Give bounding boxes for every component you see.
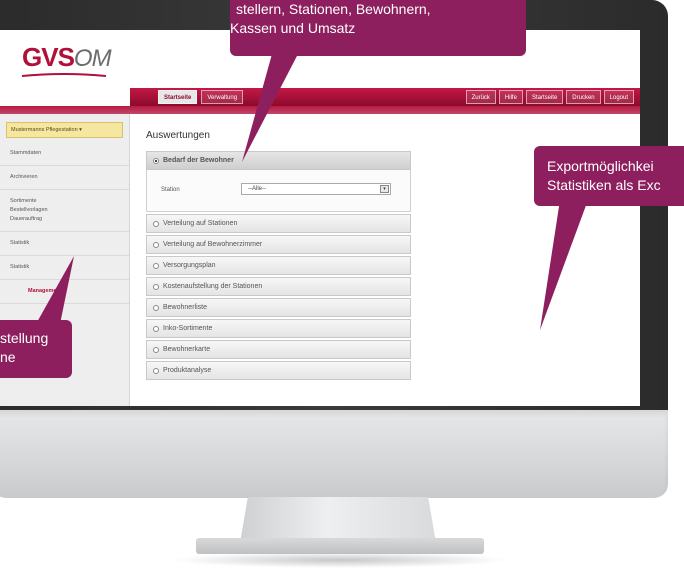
accordion-label: Bewohnerkarte [163, 346, 211, 353]
accordion-label: Verteilung auf Stationen [163, 220, 238, 227]
callout-left-line2: ne [0, 349, 16, 365]
callout-top-line2: Kassen und Umsatz [230, 20, 356, 36]
radio-icon[interactable] [153, 262, 159, 269]
accordion-item-versorgungsplan[interactable]: Versorgungsplan [146, 256, 411, 275]
accordion-label: Kostenaufstellung der Stationen [163, 283, 263, 290]
radio-icon[interactable] [153, 325, 159, 332]
report-accordion: Bedarf der Bewohner Station --Alle-- ▾ V… [146, 151, 411, 380]
radio-icon[interactable] [153, 283, 159, 290]
chevron-down-icon[interactable]: ▾ [380, 185, 389, 193]
menu-back-button[interactable]: Zurück [465, 90, 496, 104]
accordion-item-kostenaufstellung[interactable]: Kostenaufstellung der Stationen [146, 277, 411, 296]
accordion-item-bewohnerkarte[interactable]: Bewohnerkarte [146, 340, 411, 359]
callout-top-line1: stellern, Stationen, Bewohnern, [236, 1, 431, 17]
radio-icon[interactable] [153, 241, 159, 248]
callout-top-pointer [242, 54, 298, 162]
main-menu-bar: Startseite Verwaltung Zurück Hilfe Start… [130, 88, 640, 106]
menu-help-button[interactable]: Hilfe [498, 90, 523, 104]
monitor-stand-base [196, 538, 484, 554]
accordion-item-verteilung-zimmer[interactable]: Verteilung auf Bewohnerzimmer [146, 235, 411, 254]
accordion-item-bewohnerliste[interactable]: Bewohnerliste [146, 298, 411, 317]
radio-icon[interactable] [153, 304, 159, 311]
accordion-label: Inko-Sortimente [163, 325, 213, 332]
station-label: Station [161, 187, 180, 193]
station-select[interactable]: --Alle-- ▾ [241, 183, 391, 195]
menu-print-button[interactable]: Drucken [566, 90, 601, 104]
radio-selected-icon[interactable] [153, 157, 159, 164]
menu-home-button[interactable]: Startseite [525, 90, 564, 104]
logo: GVSOM [22, 42, 112, 73]
radio-icon[interactable] [153, 346, 159, 353]
monitor-chin [0, 410, 668, 498]
accordion-label: Bewohnerliste [163, 304, 207, 311]
sidebar-item-stammdaten[interactable]: Stammdaten [0, 142, 129, 166]
radio-icon[interactable] [153, 220, 159, 227]
page-title: Auswertungen [146, 130, 210, 141]
callout-left: stellung ne [0, 320, 72, 378]
sidebar-item-sortimente[interactable]: Sortimente Bestellvorlagen Dauerauftrag [0, 190, 129, 232]
sidebar-station-select[interactable]: Mustermanns Pflegestation ▾ [6, 122, 123, 138]
menu-startseite[interactable]: Startseite [158, 90, 198, 104]
logo-text: GVS [22, 42, 75, 72]
callout-right-line1: Exportmöglichkei [547, 158, 654, 174]
accordion-item-verteilung-stationen[interactable]: Verteilung auf Stationen [146, 214, 411, 233]
accordion-item-inko-sortimente[interactable]: Inko-Sortimente [146, 319, 411, 338]
accordion-label: Bedarf der Bewohner [163, 157, 234, 164]
sidebar-item-statistik[interactable]: Statistik [0, 232, 129, 256]
callout-right-pointer [540, 200, 588, 330]
menu-bar-underline [0, 106, 640, 114]
logo-om-text: OM [73, 45, 112, 72]
monitor-stand-shadow [170, 552, 510, 568]
accordion-label: Verteilung auf Bewohnerzimmer [163, 241, 263, 248]
logo-swoosh-icon [22, 73, 106, 77]
menu-logout-button[interactable]: Logout [603, 90, 634, 104]
sidebar-item-archivieren[interactable]: Archivieren [0, 166, 129, 190]
callout-right-line2: Statistiken als Exc [547, 177, 661, 193]
accordion-item-produktanalyse[interactable]: Produktanalyse [146, 361, 411, 380]
callout-right: Exportmöglichkei Statistiken als Exc [534, 146, 684, 206]
callout-top: stellern, Stationen, Bewohnern, Kassen u… [230, 0, 526, 56]
radio-icon[interactable] [153, 367, 159, 374]
monitor-stand-neck [240, 497, 436, 543]
callout-left-line1: stellung [0, 330, 49, 346]
accordion-label: Versorgungsplan [163, 262, 216, 269]
accordion-body-bedarf: Station --Alle-- ▾ [146, 170, 411, 212]
station-select-value: --Alle-- [248, 186, 266, 192]
callout-left-pointer [36, 256, 74, 324]
accordion-label: Produktanalyse [163, 367, 212, 374]
